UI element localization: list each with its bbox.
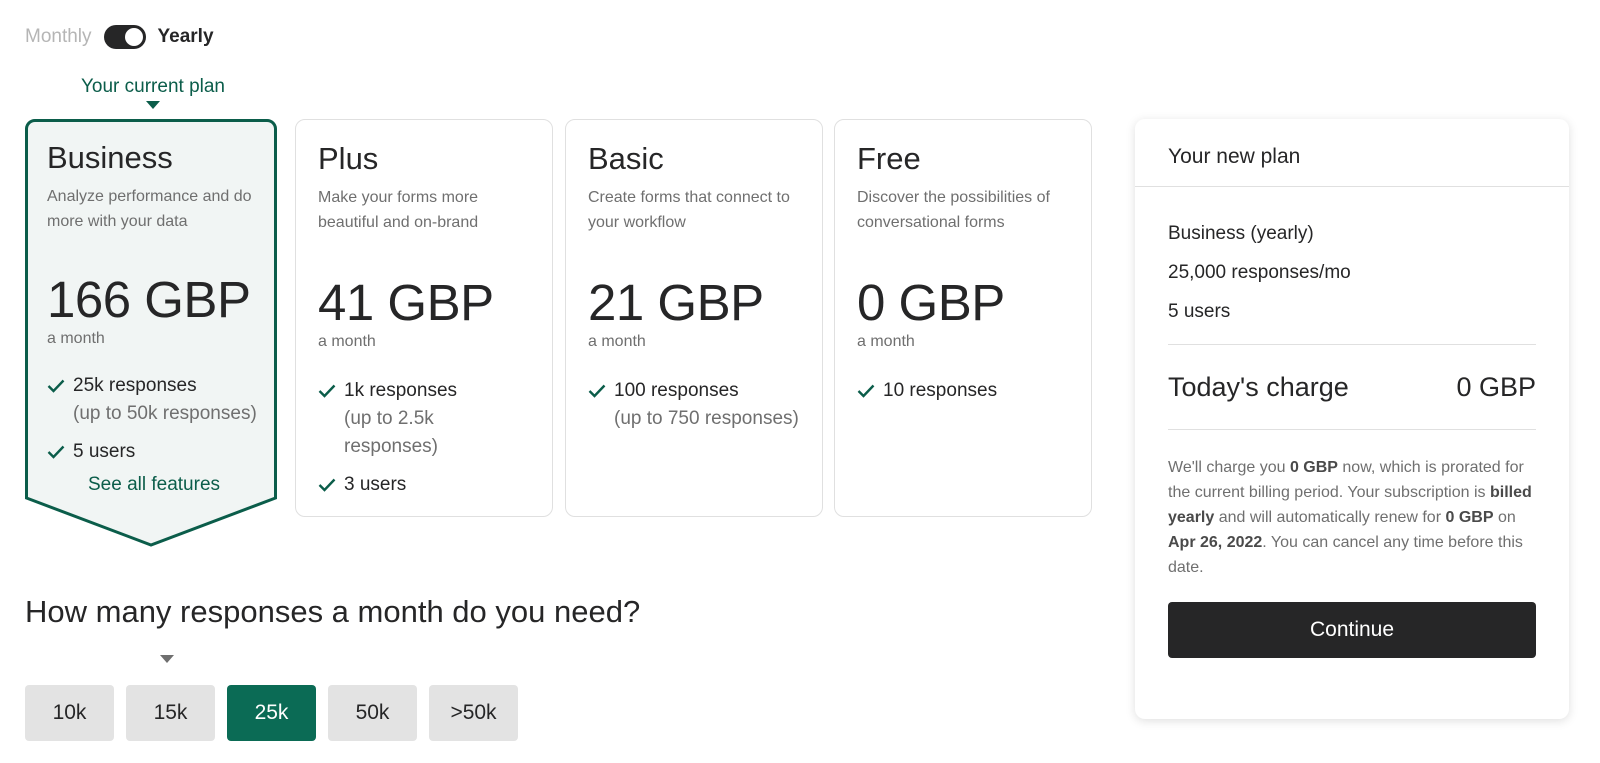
feature-item: 1k responses (up to 2.5k responses) — [318, 377, 530, 461]
responses-question: How many responses a month do you need? — [25, 594, 641, 629]
responses-option-10k[interactable]: 10k — [25, 685, 114, 741]
feature-text: 5 users — [73, 441, 136, 463]
summary-title: Your new plan — [1135, 119, 1569, 187]
plan-name: Plus — [318, 141, 379, 176]
plan-period: a month — [588, 333, 646, 351]
plan-description: Make your forms more beautiful and on-br… — [318, 189, 479, 232]
summary-responses: 25,000 responses/mo — [1168, 262, 1351, 283]
charge-value: 0 GBP — [1456, 371, 1536, 402]
check-icon — [47, 438, 67, 466]
billing-switch[interactable] — [103, 25, 146, 49]
feature-subtext: (up to 750 responses) — [614, 408, 799, 430]
plan-price: 166 GBP — [47, 271, 251, 329]
plan-description: Create forms that connect to your workfl… — [588, 189, 790, 232]
plan-description: Analyze performance and do more with you… — [47, 188, 252, 231]
summary-plan: Business (yearly) — [1168, 223, 1314, 244]
plan-period: a month — [318, 333, 376, 351]
current-plan-label: Your current plan — [80, 76, 225, 97]
plan-name: Business — [47, 140, 173, 175]
continue-button[interactable]: Continue — [1168, 602, 1536, 658]
check-icon — [318, 377, 338, 405]
feature-item: 5 users — [47, 438, 261, 466]
plan-price: 41 GBP — [318, 274, 494, 332]
responses-option-25k[interactable]: 25k — [227, 685, 316, 741]
feature-item: 25k responses (up to 50k responses) — [47, 372, 261, 428]
plan-period: a month — [857, 333, 915, 351]
plan-price: 0 GBP — [857, 274, 1005, 332]
plan-card-free[interactable]: Free Discover the possibilities of conve… — [834, 119, 1092, 517]
charge-label: Today's charge — [1168, 371, 1349, 402]
see-all-features-link[interactable]: See all features — [47, 474, 261, 496]
summary-users: 5 users — [1168, 301, 1231, 322]
monthly-label[interactable]: Monthly — [25, 26, 92, 48]
feature-subtext: (up to 50k responses) — [73, 403, 257, 425]
current-responses-caret-icon — [160, 655, 174, 663]
plan-card-basic[interactable]: Basic Create forms that connect to your … — [565, 119, 823, 517]
check-icon — [588, 377, 608, 405]
feature-subtext: (up to 2.5k responses) — [344, 408, 438, 458]
charge-note: We'll charge you 0 GBP now, which is pro… — [1168, 459, 1532, 576]
feature-item: 100 responses (up to 750 responses) — [588, 377, 800, 433]
responses-option-15k[interactable]: 15k — [126, 685, 215, 741]
responses-options: 10k 15k 25k 50k >50k — [25, 685, 518, 741]
switch-knob — [124, 28, 143, 46]
check-icon — [318, 471, 338, 499]
responses-option-50k[interactable]: 50k — [328, 685, 417, 741]
feature-text: 10 responses — [883, 380, 998, 402]
plan-card-plus[interactable]: Plus Make your forms more beautiful and … — [295, 119, 553, 517]
billing-period-toggle: Monthly Yearly — [25, 25, 214, 49]
responses-option-over-50k[interactable]: >50k — [429, 685, 518, 741]
feature-item: 3 users — [318, 471, 530, 499]
feature-text: 100 responses — [614, 380, 739, 402]
plan-name: Basic — [588, 141, 664, 176]
feature-text: 25k responses — [73, 375, 197, 397]
check-icon — [857, 377, 877, 405]
feature-item: 10 responses — [857, 377, 1069, 405]
todays-charge-row: Today's charge 0 GBP — [1168, 345, 1536, 429]
feature-text: 1k responses — [344, 380, 458, 402]
plan-description: Discover the possibilities of conversati… — [857, 189, 1050, 232]
yearly-label[interactable]: Yearly — [158, 26, 214, 48]
new-plan-summary: Your new plan Business (yearly) 25,000 r… — [1135, 119, 1569, 719]
current-plan-caret-icon — [146, 101, 160, 109]
plan-period: a month — [47, 330, 105, 348]
plan-price: 21 GBP — [588, 274, 764, 332]
plan-name: Free — [857, 141, 921, 176]
feature-text: 3 users — [344, 474, 407, 496]
plan-card-business[interactable]: Business Analyze performance and do more… — [25, 119, 283, 559]
check-icon — [47, 372, 67, 400]
